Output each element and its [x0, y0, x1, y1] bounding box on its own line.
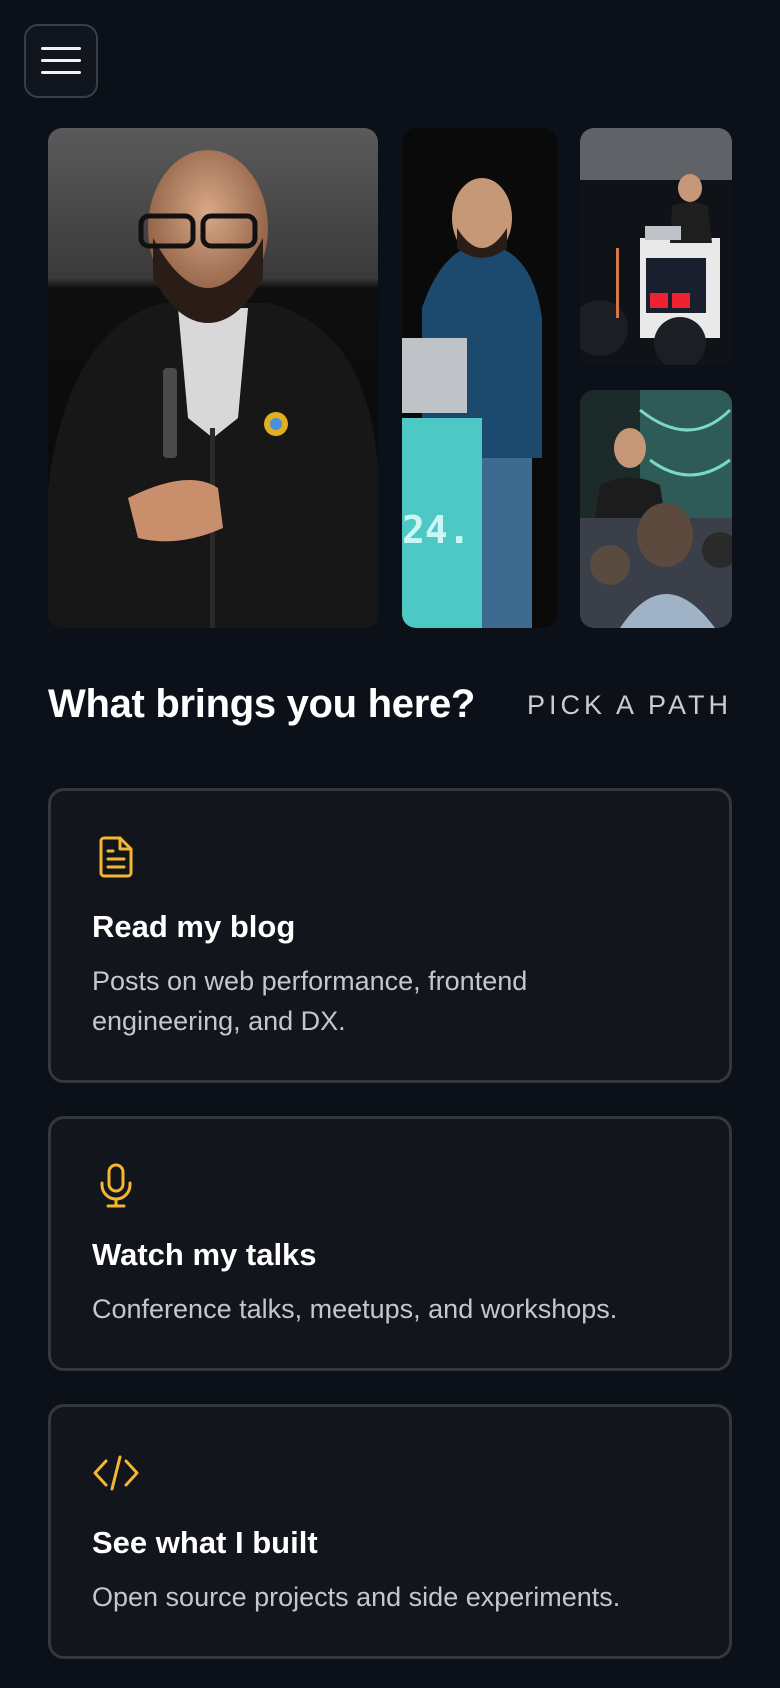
card-title: See what I built [92, 1525, 318, 1560]
speaker-on-stage-photo: 24. [402, 128, 557, 628]
speaker-at-conference-photo [580, 390, 732, 628]
card-description: Posts on web performance, frontend engin… [92, 966, 528, 1036]
pick-a-path-label: PICK A PATH [526, 690, 732, 720]
menu-button[interactable] [24, 24, 98, 98]
speaker-at-podium-photo [580, 128, 732, 365]
svg-text:24.: 24. [402, 508, 471, 552]
section-heading: What brings you here? [48, 682, 476, 726]
card-description: Open source projects and side experiment… [92, 1582, 621, 1612]
speaker-portrait-photo [48, 128, 378, 628]
card-title: Watch my talks [92, 1237, 317, 1272]
see-built-card[interactable]: See what I built Open source projects an… [48, 1404, 732, 1659]
watch-talks-card[interactable]: Watch my talks Conference talks, meetups… [48, 1116, 732, 1371]
code-icon [92, 1449, 140, 1497]
page: 24. What brings you here? PICK A PATH Re… [0, 0, 780, 1688]
document-icon [92, 833, 140, 881]
microphone-icon [92, 1161, 140, 1209]
card-description: Conference talks, meetups, and workshops… [92, 1294, 618, 1324]
read-blog-card[interactable]: Read my blog Posts on web performance, f… [48, 788, 732, 1083]
hamburger-menu-icon [41, 47, 81, 75]
card-title: Read my blog [92, 909, 296, 944]
